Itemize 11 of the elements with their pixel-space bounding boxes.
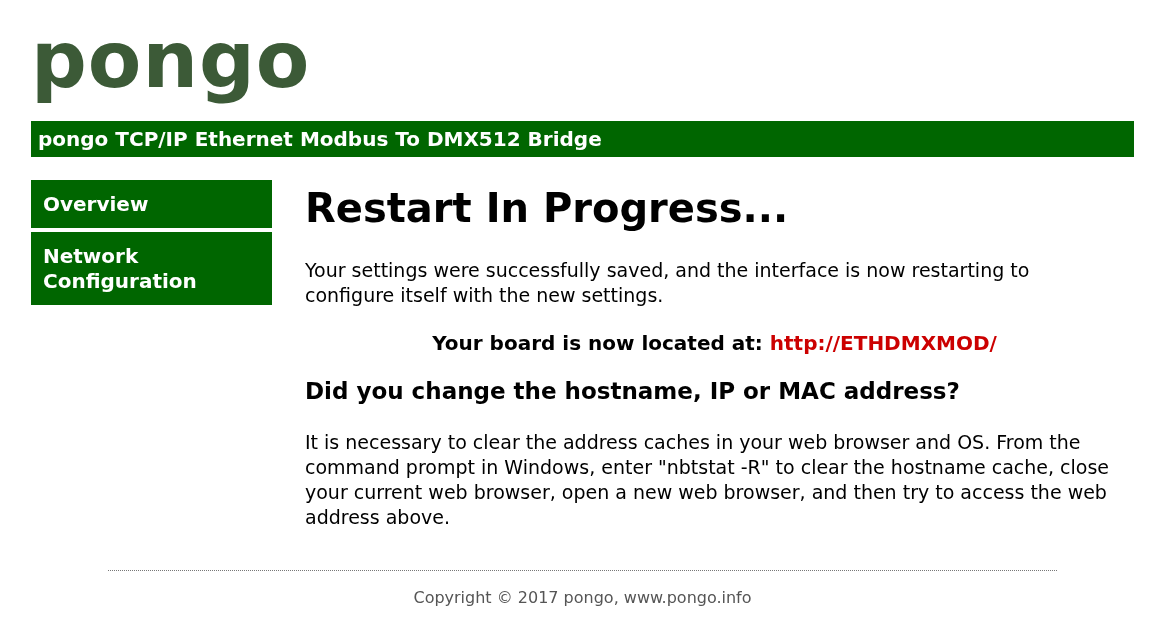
page-heading: Restart In Progress... [305, 184, 790, 232]
logo: pongo [31, 14, 312, 107]
site-title-bar: pongo TCP/IP Ethernet Modbus To DMX512 Bridge [31, 121, 1134, 157]
section-heading: Did you change the hostname, IP or MAC address? [305, 377, 961, 406]
intro-paragraph: Your settings were successfully saved, and the interface is now restarting to configure itself with the new settings. [305, 258, 1031, 308]
copyright-text: Copyright © 2017 pongo, www.pongo.info [412, 588, 753, 607]
advice-paragraph: It is necessary to clear the address caches in your web browser and OS. From the command prompt in Windows, enter "nbtstat -R" to clear the hostname cache, close your current web browser, open a new web browser, and then try to access the web address above. [305, 430, 1111, 530]
board-link[interactable]: http://ETHDMXMOD/ [769, 331, 997, 355]
location-label: Your board is now located at: [432, 331, 763, 355]
nav-item[interactable]: Overview [31, 180, 272, 228]
nav-item[interactable]: Network Configuration [31, 232, 272, 305]
